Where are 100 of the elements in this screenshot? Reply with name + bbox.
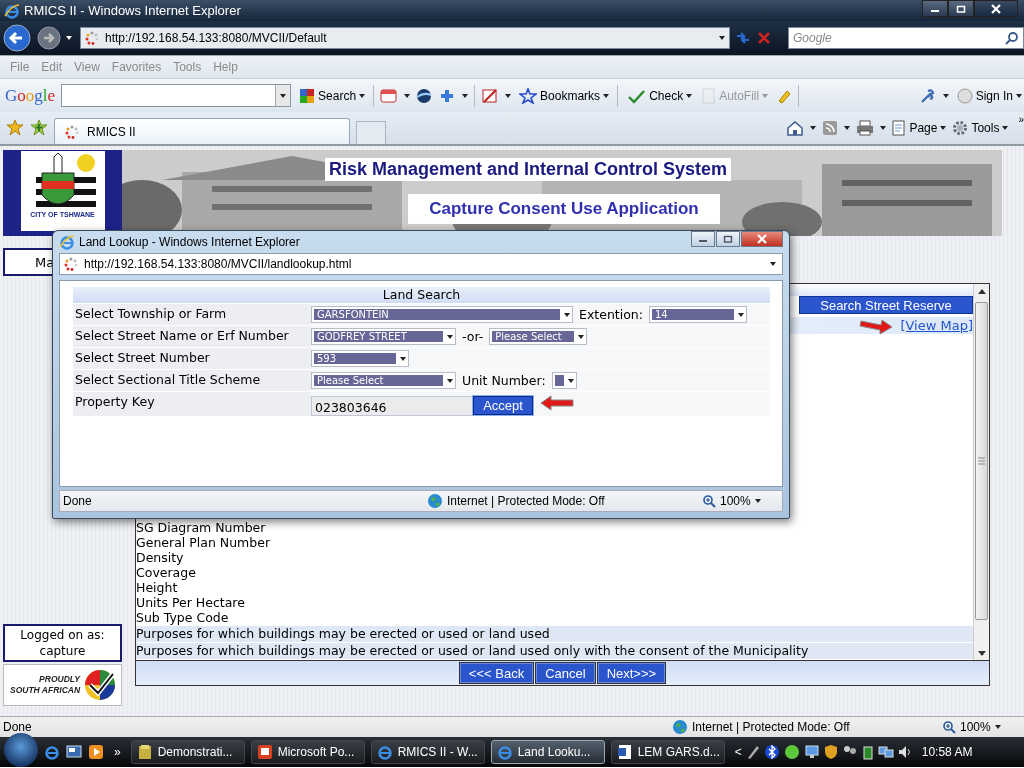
- toolbar-button[interactable]: Search: [297, 85, 368, 106]
- table-heading: Land Search: [73, 287, 770, 303]
- dropdown[interactable]: [551, 372, 577, 389]
- minimize-button[interactable]: [691, 231, 715, 247]
- caret-icon[interactable]: [404, 93, 411, 98]
- calendar-icon: [380, 87, 399, 104]
- favorites-icon[interactable]: [6, 119, 24, 137]
- caret-icon[interactable]: [505, 93, 512, 98]
- tools-menu-button[interactable]: Tools: [952, 120, 1009, 136]
- nav-button[interactable]: Cancel: [536, 663, 595, 683]
- zoom-level[interactable]: 100%: [720, 494, 751, 508]
- field-label: Purposes for which buildings may be erected or used or land used: [136, 625, 973, 642]
- close-button[interactable]: [974, 0, 1018, 17]
- field-label: Property Key: [74, 394, 156, 409]
- dropdown[interactable]: Please Select: [311, 372, 456, 389]
- field-label: Select Street Name or Erf Number: [74, 328, 290, 343]
- network-icon[interactable]: [803, 744, 820, 760]
- home-icon[interactable]: [786, 120, 805, 136]
- caret-icon[interactable]: [462, 93, 469, 98]
- dropdown[interactable]: 593: [311, 350, 409, 367]
- pen-icon[interactable]: [745, 744, 760, 760]
- star-icon: [519, 87, 538, 104]
- blocked-icon: [481, 87, 500, 104]
- stop-icon[interactable]: [756, 30, 772, 46]
- toolbar-button[interactable]: Sign In: [954, 85, 1024, 106]
- more-button[interactable]: »: [1018, 114, 1024, 125]
- scroll-thumb[interactable]: [975, 302, 988, 620]
- maximize-button[interactable]: [948, 0, 974, 17]
- printer-icon[interactable]: [856, 120, 875, 136]
- field-label: Units Per Hectare: [136, 595, 246, 610]
- caret-icon[interactable]: [770, 262, 776, 266]
- browser-tab[interactable]: RMICS II: [54, 118, 350, 144]
- caret-icon[interactable]: [844, 126, 851, 130]
- messenger-icon[interactable]: [783, 744, 800, 760]
- scroll-up-icon[interactable]: [977, 288, 986, 294]
- input-field[interactable]: 023803646: [311, 395, 473, 416]
- nav-button[interactable]: Next>>>: [597, 663, 666, 683]
- refresh-icon[interactable]: [734, 30, 752, 46]
- dropdown[interactable]: 14: [648, 306, 747, 323]
- scroll-down-icon[interactable]: [977, 650, 986, 656]
- caret-icon[interactable]: [810, 126, 817, 130]
- taskbar-button[interactable]: Land Looku...: [490, 740, 605, 764]
- scrollbar[interactable]: [973, 284, 989, 660]
- nav-button[interactable]: <<< Back: [459, 663, 534, 683]
- taskbar-button[interactable]: Microsoft Po...: [250, 740, 365, 764]
- screens-icon[interactable]: [877, 744, 894, 760]
- search-field[interactable]: Google: [788, 27, 1024, 49]
- back-button[interactable]: [2, 23, 32, 53]
- taskbar-button[interactable]: Demonstrati...: [130, 740, 245, 764]
- field-label: Height: [136, 580, 179, 595]
- dropdown[interactable]: GODFREY STREET: [311, 328, 456, 345]
- accept-button[interactable]: Accept: [473, 396, 533, 415]
- browser-icon[interactable]: [44, 744, 60, 760]
- field-label: -or-: [462, 329, 484, 344]
- toolbar-button[interactable]: Bookmarks: [517, 85, 612, 106]
- power-icon[interactable]: [861, 744, 874, 760]
- add-favorite-icon[interactable]: [30, 119, 48, 137]
- desktop-icon[interactable]: [66, 744, 82, 760]
- caret-icon[interactable]: [754, 499, 761, 503]
- zoom-level[interactable]: 100%: [960, 720, 991, 734]
- search-icon[interactable]: [1005, 31, 1019, 45]
- loading-icon: [64, 257, 78, 271]
- page-subtitle: Capture Consent Use Application: [408, 194, 720, 224]
- maximize-button[interactable]: [716, 231, 740, 247]
- bluetooth-icon[interactable]: [763, 744, 780, 760]
- dropdown[interactable]: GARSFONTEIN: [311, 306, 573, 323]
- start-button[interactable]: [4, 733, 38, 767]
- folder-icon: [136, 744, 153, 760]
- taskbar-button[interactable]: LEM GARS.d...: [610, 740, 725, 764]
- feed-icon[interactable]: [822, 120, 839, 136]
- browser-icon: [496, 744, 513, 760]
- toolbar-button[interactable]: Check: [624, 85, 695, 106]
- caret-icon[interactable]: [880, 126, 887, 130]
- user-name: capture: [38, 643, 87, 659]
- minimize-button[interactable]: [922, 0, 948, 17]
- window-title: Land Lookup - Windows Internet Explorer: [79, 235, 301, 249]
- address-field[interactable]: http://192.168.54.133:8080/MVCII/Default: [80, 27, 730, 49]
- media-player-icon[interactable]: [88, 744, 104, 760]
- shield-icon[interactable]: [823, 744, 838, 760]
- caret-icon[interactable]: [942, 93, 949, 98]
- view-map-link[interactable]: [View Map]: [900, 318, 973, 333]
- taskbar-button[interactable]: RMICS II - W...: [370, 740, 485, 764]
- page-menu-button[interactable]: Page: [892, 120, 947, 136]
- address-field[interactable]: http://192.168.54.133:8080/MVCII/landlookup.html: [59, 253, 783, 275]
- forward-button[interactable]: [36, 25, 62, 51]
- field-label: Select Sectional Title Scheme: [74, 372, 262, 387]
- caret-icon[interactable]: [994, 725, 1001, 729]
- toolbar-search-field[interactable]: [61, 84, 292, 107]
- caret-icon[interactable]: [719, 36, 725, 40]
- maximize-icon[interactable]: [723, 235, 733, 243]
- tray-toggle[interactable]: <: [734, 745, 742, 759]
- dropdown-button[interactable]: [275, 85, 291, 106]
- more-button[interactable]: »: [114, 745, 121, 759]
- speaker-icon[interactable]: [897, 744, 912, 760]
- close-icon[interactable]: [991, 3, 1001, 14]
- logged-on-label: Logged on as:: [19, 627, 106, 643]
- search-street-reserve-button[interactable]: Search Street Reserve: [799, 296, 973, 314]
- page-title: Risk Management and Internal Control System: [325, 158, 732, 181]
- field-label: General Plan Number: [136, 535, 271, 550]
- dropdown[interactable]: Please Select: [489, 328, 588, 345]
